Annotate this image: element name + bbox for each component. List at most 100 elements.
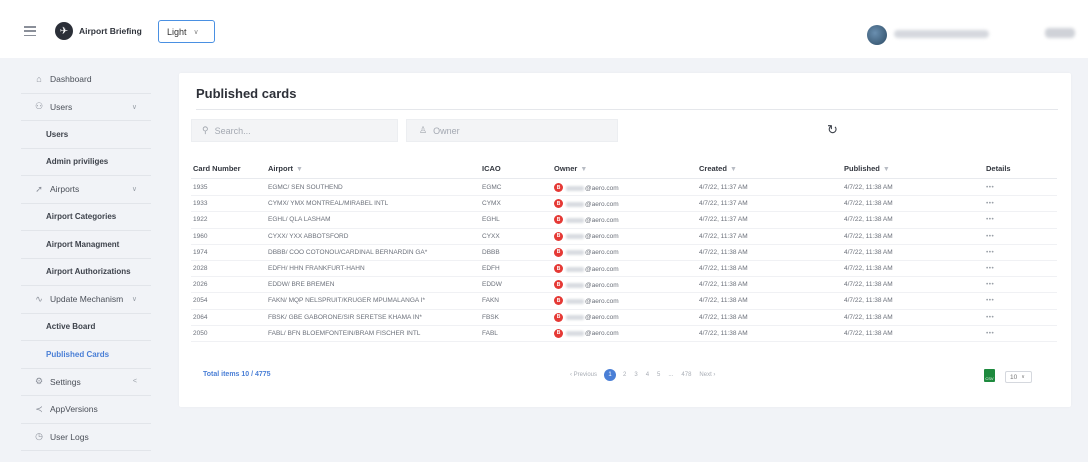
page-button[interactable]: 3 [634,372,637,378]
table-row[interactable]: 1960 CYXX/ YXX ABBOTSFORD CYXX B @aero.com 4/… [191,229,1057,245]
details-menu-icon[interactable]: ••• [986,281,994,288]
owner-name-redacted [566,185,584,191]
cell-icao: FAKN [482,297,499,305]
cell-airport: FABL/ BFN BLOEMFONTEIN/BRAM FISCHER INTL [268,329,421,337]
sidebar-item-settings[interactable]: ⚙ Settings < [21,369,151,396]
details-menu-icon[interactable]: ••• [986,314,994,321]
col-icao[interactable]: ICAO [482,164,501,173]
sidebar-item-label: Users [50,101,73,112]
cell-airport: FBSK/ GBE GABORONE/SIR SERETSE KHAMA IN* [268,313,422,321]
details-menu-icon[interactable]: ••• [986,265,994,272]
owner-avatar: B [554,296,563,306]
table-row[interactable]: 2026 EDDW/ BRE BREMEN EDDW B @aero.com 4/7/22… [191,277,1057,294]
cell-owner: B @aero.com [554,264,619,273]
user-email-redacted [894,30,989,38]
refresh-icon[interactable]: ↻ [827,122,838,138]
col-published[interactable]: Published ▼ [844,164,890,173]
cell-icao: CYMX [482,200,501,208]
share-icon: ≺ [35,403,43,414]
plane-logo-icon: ✈ [55,22,73,40]
details-menu-icon[interactable]: ••• [986,200,994,207]
page-button[interactable]: 4 [646,372,649,378]
avatar[interactable] [867,25,887,45]
page-button[interactable]: 478 [681,372,691,378]
menu-icon[interactable] [24,26,36,36]
col-card-number[interactable]: Card Number [193,164,241,173]
owner-name-redacted [566,331,584,337]
col-created[interactable]: Created ▼ [699,164,737,173]
details-menu-icon[interactable]: ••• [986,184,994,191]
cell-created: 4/7/22, 11:38 AM [699,248,748,256]
table-row[interactable]: 1933 CYMX/ YMX MONTREAL/MIRABEL INTL CYMX B… [191,196,1057,213]
published-cards-panel: Published cards ⚲ Search... ♙ Owner ↻ Ca… [179,73,1071,407]
sidebar-item-dashboard[interactable]: ⌂ Dashboard [21,66,151,94]
cell-published: 4/7/22, 11:38 AM [844,265,893,272]
cell-created: 4/7/22, 11:37 AM [699,216,748,224]
col-airport[interactable]: Airport ▼ [268,164,303,173]
page-button[interactable]: 2 [623,372,626,378]
cell-published: 4/7/22, 11:38 AM [844,216,893,224]
sort-icon[interactable]: ▼ [730,166,737,173]
sidebar-item-user-logs[interactable]: ◷ User Logs [21,424,151,451]
app-logo[interactable]: ✈ Airport Briefing [55,22,142,40]
filter-icon[interactable]: ▼ [580,166,587,173]
owner-filter-input[interactable]: ♙ Owner [406,119,618,142]
sidebar-item-users[interactable]: ⚇ Users ∨ [21,94,151,121]
table-row[interactable]: 2064 FBSK/ GBE GABORONE/SIR SERETSE KHAMA… [191,310,1057,326]
chevron-down-icon: ∨ [131,296,137,304]
owner-avatar: B [554,264,563,273]
sidebar-item-label: Dashboard [50,74,92,85]
page-button[interactable]: 5 [657,372,660,378]
owner-domain: @aero.com [585,200,619,208]
details-menu-icon[interactable]: ••• [986,249,994,256]
table-row[interactable]: 2028 EDFH/ HHN FRANKFURT-HAHN EDFH B @aero.c… [191,261,1057,278]
theme-select[interactable]: Light ∨ [158,20,215,43]
page-button[interactable]: ... [668,372,673,378]
sidebar-item-active-board[interactable]: Active Board [21,314,151,341]
table-row[interactable]: 1935 EGMC/ SEN SOUTHEND EGMC B @aero.com 4/7/… [191,180,1057,197]
details-menu-icon[interactable]: ••• [986,233,994,240]
sidebar-item-label: Airport Managment [46,239,120,249]
cell-owner: B @aero.com [554,199,619,209]
details-menu-icon[interactable]: ••• [986,330,994,337]
sidebar-item-admin-priviliges[interactable]: Admin priviliges [21,149,151,176]
cell-card: 1974 [193,248,208,256]
sort-icon[interactable]: ▼ [883,166,890,173]
sidebar-item-airports[interactable]: ➚ Airports ∨ [21,176,151,204]
previous-page-button[interactable]: ‹ Previous [570,372,597,378]
app-name: Airport Briefing [79,26,142,36]
owner-avatar: B [554,183,563,192]
table-row[interactable]: 2050 FABL/ BFN BLOEMFONTEIN/BRAM FISCHER … [191,326,1057,342]
cell-published: 4/7/22, 11:38 AM [844,329,893,337]
details-menu-icon[interactable]: ••• [986,216,994,223]
cell-airport: EDFH/ HHN FRANKFURT-HAHN [268,265,365,272]
sidebar-item-users[interactable]: Users [21,121,151,149]
sidebar-item-label: User Logs [50,431,89,442]
sidebar-item-airport-managment[interactable]: Airport Managment [21,231,151,259]
sidebar-item-update-mechanism[interactable]: ∿ Update Mechanism ∨ [21,286,151,314]
col-owner[interactable]: Owner ▼ [554,164,587,173]
table-row[interactable]: 1974 DBBB/ COO COTONOU/CARDINAL BERNARDIN… [191,245,1057,261]
sidebar-item-label: Airports [50,184,80,195]
cell-published: 4/7/22, 11:38 AM [844,297,893,305]
next-page-button[interactable]: Next › [699,372,715,378]
cell-created: 4/7/22, 11:37 AM [699,184,748,191]
cell-created: 4/7/22, 11:38 AM [699,313,748,321]
sidebar-item-published-cards[interactable]: Published Cards [21,341,151,369]
cell-created: 4/7/22, 11:37 AM [699,200,748,208]
cell-published: 4/7/22, 11:38 AM [844,200,893,208]
sidebar-item-label: Admin priviliges [46,157,109,167]
sidebar-item-appversions[interactable]: ≺ AppVersions [21,396,151,424]
sidebar-item-airport-categories[interactable]: Airport Categories [21,204,151,231]
search-input[interactable]: ⚲ Search... [191,119,398,142]
details-menu-icon[interactable]: ••• [986,297,994,304]
excel-export-icon[interactable]: CSV [984,369,995,382]
filter-icon[interactable]: ▼ [296,166,303,173]
page-size-select[interactable]: 10 ∨ [1005,371,1032,383]
table-row[interactable]: 1922 EGHL/ QLA LASHAM EGHL B @aero.com 4/7/22… [191,212,1057,229]
table-row[interactable]: 2054 FAKN/ MQP NELSPRUIT/KRUGER MPUMALANG… [191,293,1057,310]
sidebar-item-airport-authorizations[interactable]: Airport Authorizations [21,259,151,286]
owner-name-redacted [566,217,584,223]
chevron-left-icon: < [132,378,137,386]
page-button[interactable]: 1 [604,369,617,381]
